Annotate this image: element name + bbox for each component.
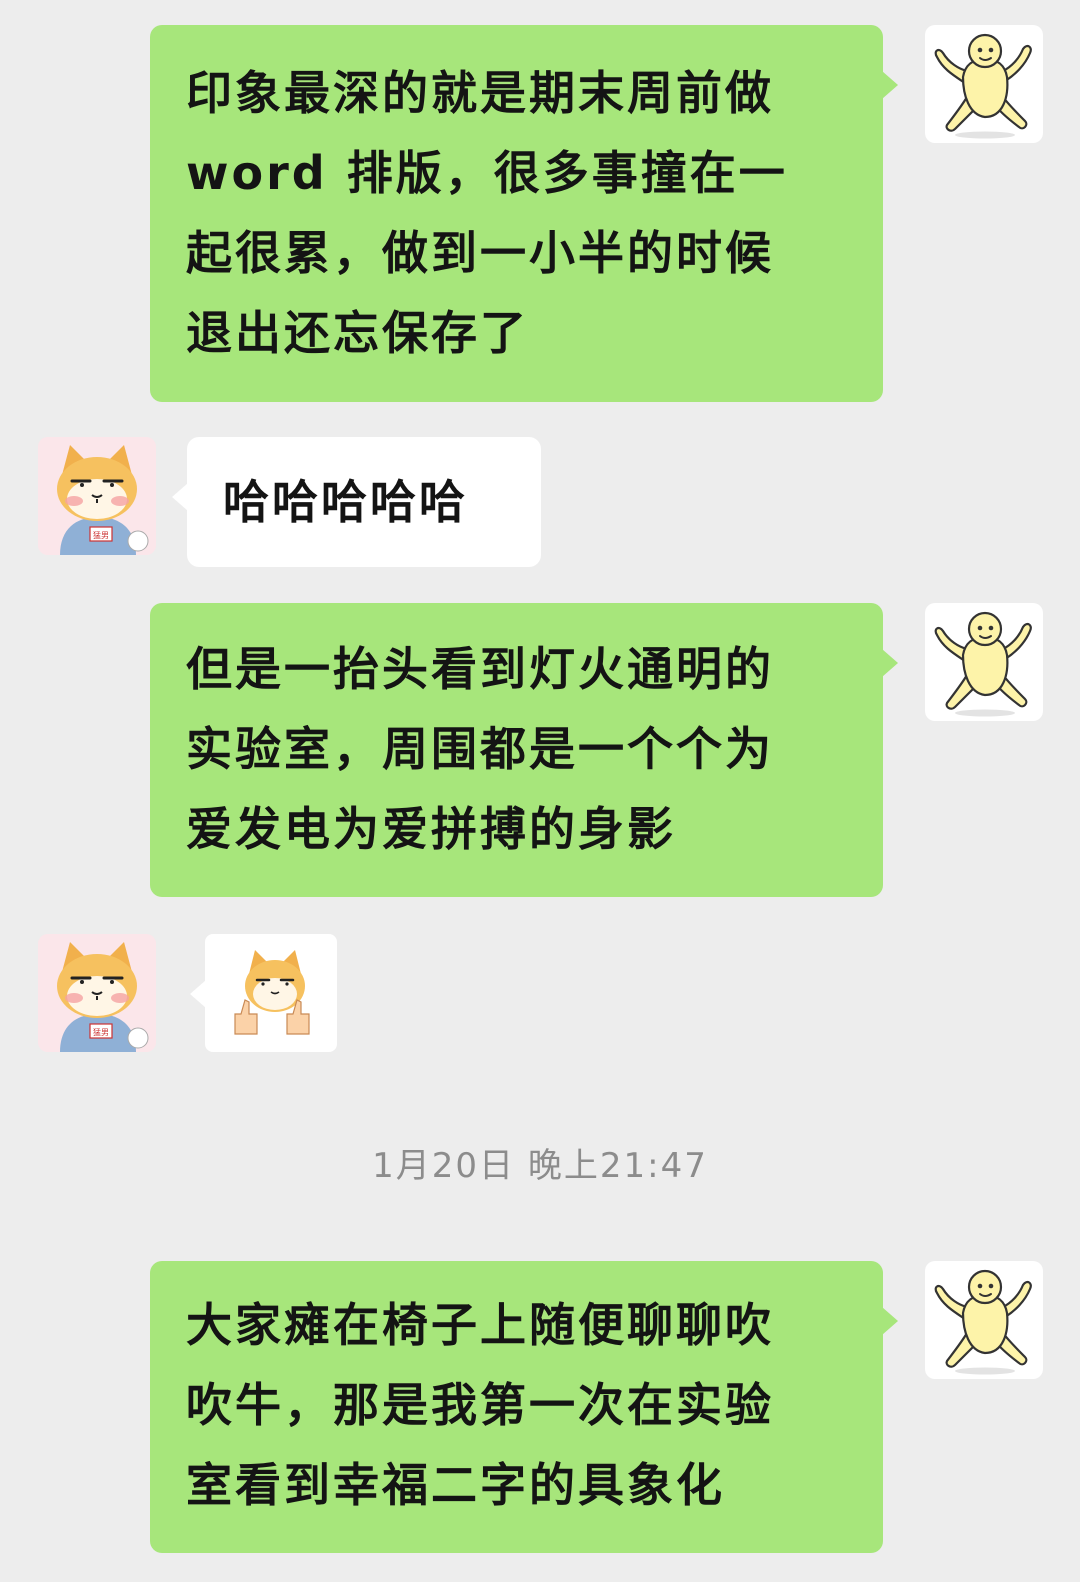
self-avatar[interactable]	[925, 25, 1043, 143]
message-line: 退出还忘保存了	[186, 306, 529, 360]
message-line: 室看到幸福二字的具象化	[186, 1458, 725, 1512]
yellow-blob-avatar-icon	[934, 33, 1032, 139]
message-line: 大家瘫在椅子上随便聊聊吹	[186, 1298, 774, 1352]
bubble-tail	[882, 649, 898, 677]
shiba-dog-avatar-icon: 猛男	[38, 437, 156, 555]
other-avatar[interactable]: 猛男	[38, 437, 156, 555]
message-bubble-self[interactable]: 印象最深的就是期末周前做 word 排版，很多事撞在一 起很累，做到一小半的时候…	[150, 25, 883, 402]
other-avatar[interactable]: 猛男	[38, 934, 156, 1052]
self-avatar[interactable]	[925, 603, 1043, 721]
shirt-text: 猛男	[93, 1027, 109, 1037]
bubble-tail	[172, 483, 188, 511]
self-avatar[interactable]	[925, 1261, 1043, 1379]
shiba-dog-avatar-icon: 猛男	[38, 934, 156, 1052]
message-line: 但是一抬头看到灯火通明的	[186, 642, 774, 696]
bubble-tail	[190, 980, 206, 1008]
message-line: 爱发电为爱拼搏的身影	[186, 802, 676, 856]
message-line: word 排版，很多事撞在一	[186, 146, 788, 200]
message-line: 起很累，做到一小半的时候	[186, 226, 774, 280]
message-line: 实验室，周围都是一个个为	[186, 722, 774, 776]
message-bubble-other[interactable]: 哈哈哈哈哈	[187, 437, 541, 567]
yellow-blob-avatar-icon	[934, 1269, 1032, 1375]
message-bubble-self[interactable]: 但是一抬头看到灯火通明的 实验室，周围都是一个个为 爱发电为爱拼搏的身影	[150, 603, 883, 897]
yellow-blob-avatar-icon	[934, 611, 1032, 717]
message-line: 哈哈哈哈哈	[223, 475, 468, 529]
shirt-text: 猛男	[93, 530, 109, 540]
message-line: 吹牛，那是我第一次在实验	[186, 1378, 774, 1432]
message-line: 印象最深的就是期末周前做	[186, 66, 774, 120]
bubble-tail	[882, 71, 898, 99]
shiba-thumbs-up-sticker-icon	[234, 950, 310, 1035]
message-bubble-self[interactable]: 大家瘫在椅子上随便聊聊吹 吹牛，那是我第一次在实验 室看到幸福二字的具象化	[150, 1261, 883, 1553]
sticker-message[interactable]	[205, 934, 337, 1052]
bubble-tail	[882, 1307, 898, 1335]
chat-timestamp: 1月20日 晚上21:47	[372, 1146, 708, 1186]
